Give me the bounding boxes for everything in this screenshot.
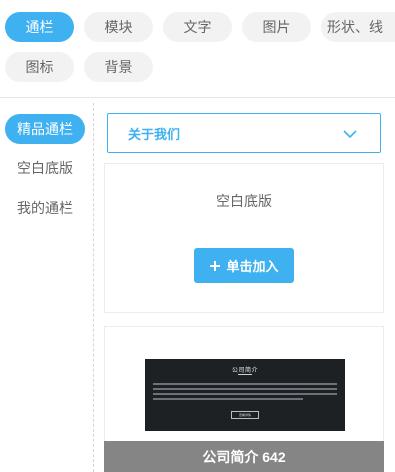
category-tab-shape-line[interactable]: 形状、线 [321, 12, 395, 42]
section-dropdown[interactable]: 关于我们 [107, 113, 381, 153]
sidebar-item-my-banner[interactable]: 我的通栏 [5, 193, 85, 223]
add-button-label: 单击加入 [226, 259, 279, 274]
blank-base-title: 空白底版 [216, 193, 272, 209]
thumbnail-title: 公司简介 [231, 368, 258, 374]
dropdown-selected-label: 关于我们 [128, 126, 181, 142]
category-tab-text[interactable]: 文字 [163, 12, 232, 42]
sidebar-item-blank-base[interactable]: 空白底版 [5, 153, 85, 183]
thumbnail-text-line [153, 393, 337, 395]
thumbnail-text-line [153, 388, 337, 390]
category-tab-icon[interactable]: 图标 [5, 52, 74, 82]
category-tab-background[interactable]: 背景 [84, 52, 153, 82]
plus-icon [210, 260, 221, 271]
template-thumbnail: 公司简介 查看详情 [145, 359, 345, 431]
template-card[interactable]: 公司简介 查看详情 公司简介 642 [104, 326, 384, 472]
category-tab-banner[interactable]: 通栏 [5, 12, 74, 42]
sidebar-divider [93, 103, 94, 472]
blank-base-card: 空白底版 单击加入 [104, 163, 384, 313]
add-button[interactable]: 单击加入 [194, 248, 294, 283]
header-divider [0, 97, 395, 98]
chevron-down-icon [343, 130, 357, 139]
component-panel: 通栏 模块 文字 图片 形状、线 图标 背景 精品通栏 空白底版 我的通栏 关于… [0, 0, 395, 472]
sidebar-item-premium-banner[interactable]: 精品通栏 [5, 114, 85, 144]
thumbnail-text-line [153, 398, 303, 400]
category-tab-image[interactable]: 图片 [242, 12, 311, 42]
thumbnail-text-line [153, 383, 337, 385]
thumbnail-button: 查看详情 [231, 411, 259, 419]
thumbnail-title-underline [238, 374, 252, 375]
category-tab-module[interactable]: 模块 [84, 12, 153, 42]
template-caption: 公司简介 642 [104, 441, 384, 472]
